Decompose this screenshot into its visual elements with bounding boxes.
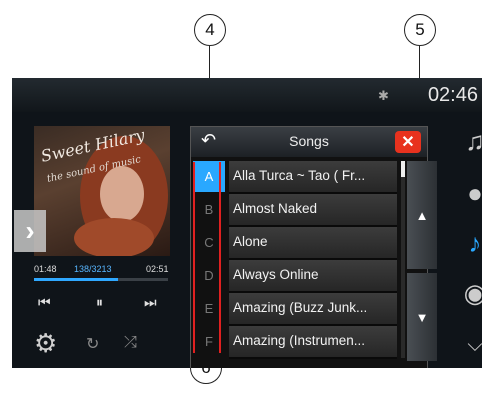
- page-up-button[interactable]: ▲: [407, 161, 437, 269]
- song-row[interactable]: Always Online: [229, 260, 397, 293]
- close-icon: ✕: [401, 134, 415, 151]
- head-unit-screen: ✱ 02:46 Sweet Hilary the sound of music …: [12, 78, 482, 368]
- song-title: Almost Naked: [233, 201, 318, 216]
- scrollbar-thumb[interactable]: [401, 161, 405, 177]
- pause-icon[interactable]: ⏸: [96, 294, 103, 311]
- artist-icon[interactable]: ●: [460, 174, 482, 212]
- album-art: Sweet Hilary the sound of music: [34, 126, 170, 256]
- song-row[interactable]: Alla Turca ~ Tao ( Fr...: [229, 161, 397, 194]
- song-list-header: ↶ Songs ✕: [191, 127, 427, 157]
- clock: 02:46: [427, 84, 478, 106]
- song-row[interactable]: Amazing (Buzz Junk...: [229, 293, 397, 326]
- triangle-up-icon: ▲: [415, 207, 429, 223]
- skip-next-icon[interactable]: ⏭: [144, 294, 157, 311]
- music-note-icon[interactable]: ♪: [460, 224, 482, 262]
- song-title: Alone: [233, 234, 268, 249]
- chevron-right-icon: ›: [25, 215, 35, 246]
- elapsed-time: 01:48: [34, 264, 57, 274]
- bluetooth-icon: ✱: [378, 88, 389, 103]
- progress-bar[interactable]: [34, 278, 168, 281]
- progress-fill: [34, 278, 119, 281]
- song-title: Alla Turca ~ Tao ( Fr...: [233, 168, 366, 183]
- triangle-down-icon: ▼: [415, 309, 429, 325]
- skip-previous-icon[interactable]: ⏮: [38, 294, 51, 311]
- expand-panel-button[interactable]: ›: [14, 210, 46, 252]
- callout-4: 4: [194, 14, 226, 46]
- song-row[interactable]: Almost Naked: [229, 194, 397, 227]
- song-list-title: Songs: [289, 133, 329, 149]
- song-title: Amazing (Buzz Junk...: [233, 300, 368, 315]
- shuffle-icon[interactable]: ⤮: [124, 334, 137, 352]
- chevron-double-down-icon[interactable]: ⌵: [460, 326, 482, 364]
- index-highlight-marker: [193, 162, 221, 353]
- close-button[interactable]: ✕: [395, 131, 421, 153]
- callout-5: 5: [404, 14, 436, 46]
- track-counter: 138/3213: [74, 264, 112, 274]
- page-down-button[interactable]: ▼: [407, 273, 437, 361]
- total-time: 02:51: [146, 264, 169, 274]
- list-scrollbar[interactable]: [401, 161, 405, 358]
- song-row[interactable]: Alone: [229, 227, 397, 260]
- gear-icon[interactable]: ⚙: [34, 328, 57, 359]
- song-title: Amazing (Instrumen...: [233, 333, 366, 348]
- song-row[interactable]: Amazing (Instrumen...: [229, 326, 397, 359]
- song-title: Always Online: [233, 267, 319, 282]
- disc-icon[interactable]: ◉: [460, 274, 482, 312]
- playlist-icon[interactable]: ♫: [460, 122, 482, 160]
- song-list-panel: ↶ Songs ✕ A B C D E F Alla Turca ~ Tao (…: [190, 126, 437, 368]
- repeat-icon[interactable]: ↻: [86, 334, 99, 354]
- status-bar: ✱ 02:46: [12, 78, 482, 112]
